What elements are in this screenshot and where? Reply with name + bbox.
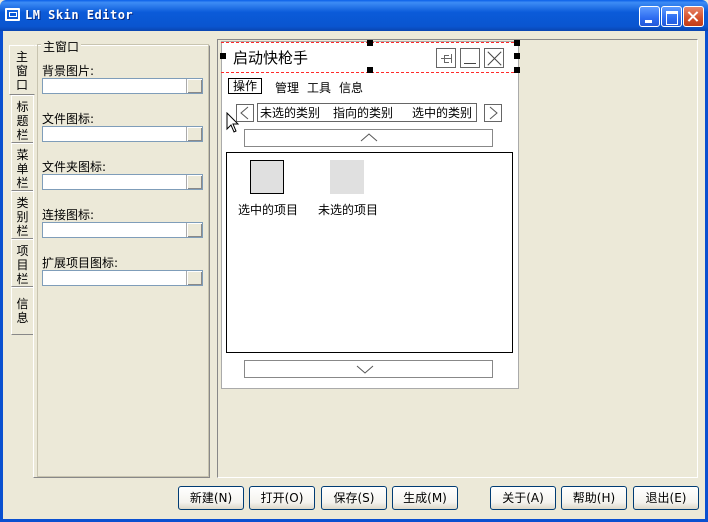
browse-button[interactable]: [186, 79, 202, 93]
maximize-button[interactable]: [661, 6, 682, 27]
browse-button[interactable]: [186, 271, 202, 285]
save-button[interactable]: 保存(S): [321, 486, 387, 510]
resize-handle[interactable]: [514, 67, 520, 73]
mouse-cursor-icon: [226, 112, 240, 133]
folder-icon-label: 文件夹图标:: [42, 160, 107, 174]
background-image-label: 背景图片:: [42, 64, 95, 78]
chevron-right-icon: [489, 106, 498, 120]
preview-close-button[interactable]: [484, 48, 504, 68]
preview-menu-operate[interactable]: 操作: [228, 78, 263, 94]
extension-icon-field[interactable]: [42, 270, 203, 286]
category-unselected[interactable]: 未选的类别: [260, 104, 320, 121]
tab-label: 菜单栏: [16, 148, 29, 190]
scroll-up-button[interactable]: [244, 129, 493, 147]
category-hover[interactable]: 指向的类别: [333, 104, 393, 121]
generate-button[interactable]: 生成(M): [392, 486, 458, 510]
unselected-item-label[interactable]: 未选的项目: [318, 201, 378, 218]
preview-pin-button[interactable]: [436, 48, 456, 68]
pin-icon: [441, 54, 452, 63]
preview-menu-tools[interactable]: 工具: [307, 79, 331, 96]
exit-button[interactable]: 退出(E): [633, 486, 699, 510]
tab-category-bar[interactable]: 类别栏: [11, 191, 33, 239]
category-next-button[interactable]: [484, 104, 502, 122]
minimize-icon: [464, 63, 476, 64]
app-icon[interactable]: [5, 8, 20, 21]
tab-label: 主窗口: [15, 50, 28, 92]
tab-label: 类别栏: [16, 196, 29, 238]
scroll-down-button[interactable]: [244, 360, 493, 378]
file-icon-field[interactable]: [42, 126, 203, 142]
tab-menu-bar[interactable]: 菜单栏: [11, 143, 33, 191]
title-bar[interactable]: LM Skin Editor: [0, 0, 708, 31]
resize-handle[interactable]: [367, 40, 373, 46]
browse-button[interactable]: [186, 175, 202, 189]
close-icon: [684, 7, 703, 26]
tab-item-bar[interactable]: 项目栏: [11, 239, 33, 287]
preview-menu-info[interactable]: 信息: [339, 79, 363, 96]
preview-menu-manage[interactable]: 管理: [275, 79, 299, 96]
about-button[interactable]: 关于(A): [490, 486, 556, 510]
tab-label: 标题栏: [16, 100, 29, 142]
link-icon-field[interactable]: [42, 222, 203, 238]
tab-title-bar[interactable]: 标题栏: [11, 95, 33, 143]
selected-item-icon[interactable]: [250, 160, 284, 194]
preview-title: 启动快枪手: [233, 49, 309, 67]
close-button[interactable]: [683, 6, 704, 27]
tab-info[interactable]: 信息: [11, 287, 33, 335]
file-icon-label: 文件图标:: [42, 112, 95, 126]
browse-button[interactable]: [186, 223, 202, 237]
minimize-button[interactable]: [639, 6, 660, 27]
unselected-item-icon[interactable]: [330, 160, 364, 194]
new-button[interactable]: 新建(N): [178, 486, 244, 510]
window-title: LM Skin Editor: [25, 8, 134, 22]
resize-handle[interactable]: [367, 67, 373, 73]
background-image-field[interactable]: [42, 78, 203, 94]
category-selected[interactable]: 选中的类别: [412, 104, 472, 121]
group-title: 主窗口: [41, 38, 82, 55]
extension-icon-label: 扩展项目图标:: [42, 256, 119, 270]
folder-icon-field[interactable]: [42, 174, 203, 190]
preview-minimize-button[interactable]: [460, 48, 480, 68]
help-button[interactable]: 帮助(H): [561, 486, 627, 510]
link-icon-label: 连接图标:: [42, 208, 95, 222]
resize-handle[interactable]: [514, 53, 520, 59]
tab-label: 项目栏: [16, 244, 29, 286]
tab-label: 信息: [16, 297, 29, 325]
chevron-down-icon: [356, 365, 374, 374]
chevron-up-icon: [360, 133, 378, 142]
resize-handle[interactable]: [514, 40, 520, 46]
resize-handle[interactable]: [220, 53, 226, 59]
browse-button[interactable]: [186, 127, 202, 141]
tab-main-window[interactable]: 主窗口: [9, 45, 35, 95]
open-button[interactable]: 打开(O): [249, 486, 315, 510]
window-frame-left: [0, 31, 3, 522]
selected-item-label[interactable]: 选中的项目: [238, 201, 298, 218]
